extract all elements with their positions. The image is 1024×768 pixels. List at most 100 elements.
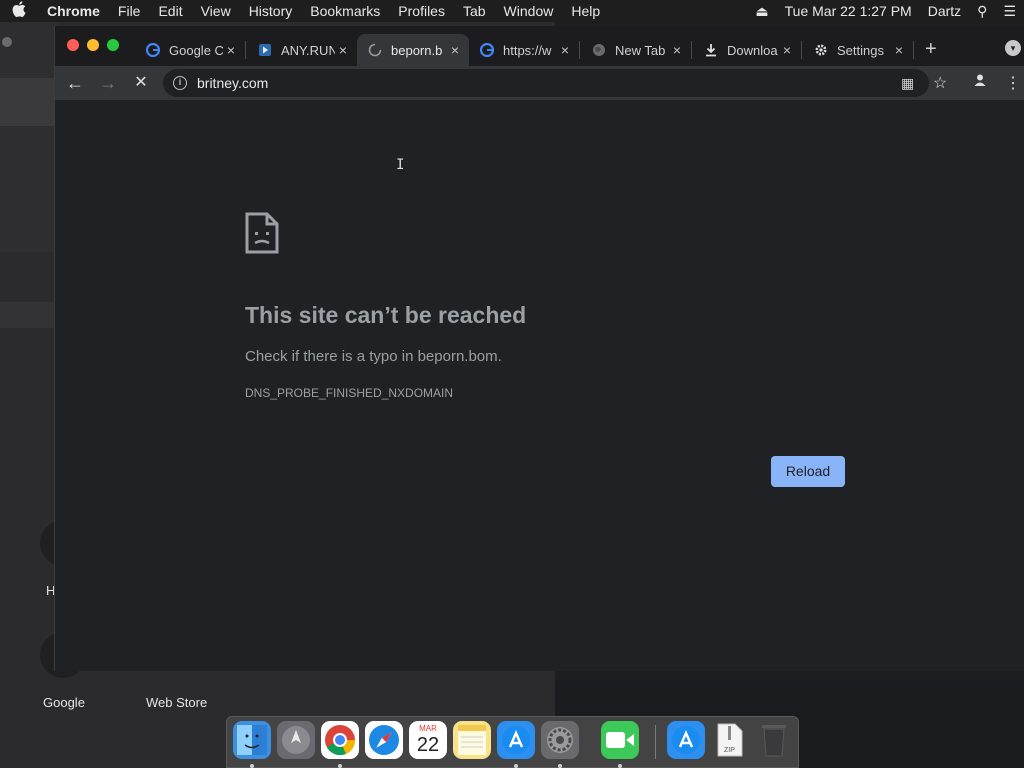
tab-close-icon[interactable]: ×: [335, 42, 351, 58]
dock-divider: [655, 725, 656, 759]
url-text[interactable]: britney.com: [197, 75, 268, 91]
tab-new-tab[interactable]: New Tab ×: [581, 34, 691, 66]
globe-icon: [591, 42, 607, 58]
new-tab-button[interactable]: +: [925, 38, 937, 61]
menu-tab[interactable]: Tab: [454, 3, 495, 19]
tab-title: New Tab: [615, 42, 666, 58]
tab-close-icon[interactable]: ×: [557, 42, 573, 58]
clock[interactable]: Tue Mar 22 1:27 PM: [777, 3, 920, 19]
tab-https[interactable]: https://w ×: [469, 34, 579, 66]
forward-button[interactable]: →: [96, 72, 120, 94]
tab-search-chevron-icon[interactable]: ▾: [1005, 40, 1021, 56]
dock-zip-archive[interactable]: ZIP: [711, 721, 749, 759]
running-indicator: [250, 764, 254, 768]
error-message: Check if there is a typo in beporn.bom.: [245, 348, 502, 365]
back-button[interactable]: ←: [63, 72, 87, 94]
running-indicator: [558, 764, 562, 768]
tab-title: https://w: [503, 42, 552, 58]
tab-close-icon[interactable]: ×: [447, 42, 463, 58]
error-code[interactable]: DNS_PROBE_FINISHED_NXDOMAIN: [245, 386, 453, 400]
apple-menu-icon[interactable]: [0, 1, 38, 21]
google-shortcut-label[interactable]: Google: [43, 695, 85, 710]
tab-title: Settings: [837, 42, 884, 58]
tab-close-icon[interactable]: ×: [669, 42, 685, 58]
menu-profiles[interactable]: Profiles: [389, 3, 454, 19]
qr-code-icon[interactable]: ▦: [901, 75, 914, 92]
tab-google[interactable]: Google C ×: [135, 34, 245, 66]
menu-help[interactable]: Help: [562, 3, 609, 19]
tab-close-icon[interactable]: ×: [891, 42, 907, 58]
background-highlight: [0, 78, 60, 126]
chrome-menu-icon[interactable]: ⋮: [1005, 73, 1021, 93]
tab-any-run[interactable]: ANY.RUN ×: [247, 34, 357, 66]
minimize-window-button[interactable]: [87, 39, 99, 51]
dock-launchpad[interactable]: [277, 721, 315, 759]
running-indicator: [338, 764, 342, 768]
google-icon: [479, 42, 495, 58]
dock-system-preferences[interactable]: [541, 721, 579, 759]
web-store-shortcut-label[interactable]: Web Store: [146, 695, 207, 710]
sad-page-icon: [245, 212, 279, 254]
dock-notes[interactable]: [453, 721, 491, 759]
dock-calendar[interactable]: MAR 22: [409, 721, 447, 759]
menu-bar: Chrome File Edit View History Bookmarks …: [0, 0, 1024, 22]
google-icon: [145, 42, 161, 58]
close-window-button[interactable]: [67, 39, 79, 51]
menu-window[interactable]: Window: [495, 3, 563, 19]
error-title: This site can’t be reached: [245, 302, 527, 328]
stop-loading-button[interactable]: ✕: [129, 72, 153, 94]
address-bar[interactable]: i britney.com ▦: [163, 69, 929, 97]
menu-file[interactable]: File: [109, 3, 150, 19]
tab-close-icon[interactable]: ×: [779, 42, 795, 58]
tab-divider: [245, 41, 246, 59]
user-name[interactable]: Dartz: [920, 3, 969, 19]
reload-button[interactable]: Reload: [771, 456, 845, 487]
tab-title: Downloa: [727, 42, 778, 58]
running-indicator: [618, 764, 622, 768]
tab-divider: [579, 41, 580, 59]
spotlight-search-icon[interactable]: ⚲: [969, 3, 995, 20]
maximize-window-button[interactable]: [107, 39, 119, 51]
menu-chrome[interactable]: Chrome: [38, 3, 109, 19]
menu-edit[interactable]: Edit: [149, 3, 191, 19]
dock-chrome[interactable]: [321, 721, 359, 759]
eject-icon[interactable]: ⏏: [747, 3, 776, 20]
dock-trash[interactable]: [755, 721, 793, 759]
text-cursor-icon: I: [396, 157, 405, 173]
calendar-day: 22: [416, 734, 440, 756]
tab-strip: Google C × ANY.RUN × beporn.b × https://…: [55, 26, 1024, 66]
svg-text:ZIP: ZIP: [724, 747, 735, 754]
any-run-icon: [257, 42, 273, 58]
loading-spinner-icon: [367, 42, 383, 58]
tab-divider: [801, 41, 802, 59]
tab-divider: [691, 41, 692, 59]
site-info-icon[interactable]: i: [173, 76, 187, 90]
bookmark-star-icon[interactable]: ☆: [933, 73, 947, 93]
background-dot: [2, 37, 12, 47]
notification-center-icon[interactable]: ☰: [995, 3, 1024, 20]
tab-close-icon[interactable]: ×: [223, 42, 239, 58]
dock-app-store-download[interactable]: [667, 721, 705, 759]
running-indicator: [514, 764, 518, 768]
tab-divider: [913, 41, 914, 59]
menu-view[interactable]: View: [192, 3, 240, 19]
page-content: This site can’t be reached Check if ther…: [55, 100, 1024, 671]
tab-downloads[interactable]: Downloa ×: [693, 34, 801, 66]
menu-bookmarks[interactable]: Bookmarks: [301, 3, 389, 19]
tab-settings[interactable]: Settings ×: [803, 34, 913, 66]
dock-app-store[interactable]: [497, 721, 535, 759]
toolbar: ← → ✕ i britney.com ▦ ☆ ⋮: [55, 66, 1024, 100]
tab-beporn-active[interactable]: beporn.b ×: [357, 34, 469, 66]
profile-avatar-icon[interactable]: [973, 73, 987, 90]
tab-title: ANY.RUN: [281, 42, 335, 58]
dock: MAR 22 ZIP: [226, 716, 799, 768]
chrome-window: Google C × ANY.RUN × beporn.b × https://…: [54, 26, 1024, 671]
dock-facetime[interactable]: [601, 721, 639, 759]
calendar-month: MAR: [419, 724, 437, 733]
tab-title: beporn.b: [391, 42, 443, 58]
menu-history[interactable]: History: [240, 3, 302, 19]
dock-finder[interactable]: [233, 721, 271, 759]
background-panel: [0, 22, 60, 252]
tab-title: Google C: [169, 42, 223, 58]
dock-safari[interactable]: [365, 721, 403, 759]
